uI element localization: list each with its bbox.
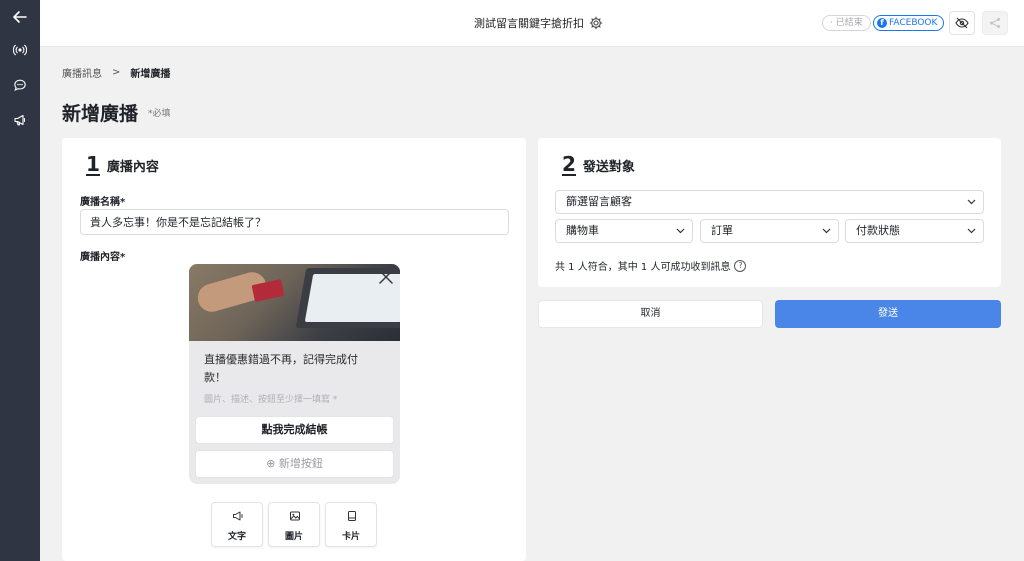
event-title-text: 測試留言關鍵字搶折扣 (474, 17, 584, 30)
required-note: *必填 (148, 109, 171, 119)
match-summary: 共 1 人符合，其中 1 人可成功收到訊息 ? (555, 258, 747, 273)
send-button[interactable]: 發送 (775, 300, 1001, 328)
eye-off-icon (955, 17, 969, 29)
chevron-down-icon (822, 228, 831, 234)
facebook-label: FACEBOOK (889, 18, 938, 28)
gear-icon[interactable] (589, 16, 603, 30)
filter-customers-value: 篩選留言顧客 (566, 195, 632, 208)
event-title[interactable]: 測試留言關鍵字搶折扣 (474, 15, 603, 31)
breadcrumb-current: 新增廣播 (130, 69, 171, 80)
breadcrumb-separator: > (112, 67, 121, 78)
facebook-badge: f FACEBOOK (873, 15, 945, 31)
breadcrumb: 廣播訊息 > 新增廣播 (62, 65, 170, 80)
visibility-toggle-button[interactable] (949, 11, 975, 35)
match-summary-text: 共 1 人符合，其中 1 人可成功收到訊息 (555, 262, 731, 273)
card-icon (348, 511, 356, 521)
back-arrow-icon[interactable] (0, 3, 40, 31)
section-title: 發送對象 (582, 160, 635, 175)
add-button-button[interactable]: ⊕ 新增按鈕 (195, 450, 394, 478)
broadcast-name-label: 廣播名稱* (80, 197, 126, 208)
ended-status-label: 已結束 (835, 18, 863, 28)
sidebar (0, 0, 40, 561)
cart-select-value: 購物車 (566, 224, 599, 237)
card-preview: 直播優惠錯過不再，記得完成付款！ 圖片、描述、按鈕至少擇一填寫 * 點我完成結帳… (189, 264, 400, 484)
breadcrumb-parent-link[interactable]: 廣播訊息 (62, 65, 102, 80)
card-image[interactable] (189, 264, 400, 341)
card-description[interactable]: 直播優惠錯過不再，記得完成付款！ (204, 351, 379, 387)
ended-status-badge: · 已結束 (822, 15, 871, 31)
image-icon (290, 511, 300, 521)
card-hint: 圖片、描述、按鈕至少擇一填寫 * (204, 395, 338, 405)
filter-customers-select[interactable]: 篩選留言顧客 (555, 190, 984, 214)
chevron-down-icon (967, 228, 976, 234)
plus-circle-icon: ⊕ (266, 457, 276, 470)
target-section-header: 2 發送對象 (562, 154, 635, 176)
section-number: 2 (562, 152, 576, 176)
help-icon[interactable]: ? (734, 259, 747, 272)
send-target-card: 2 發送對象 篩選留言顧客 購物車 訂單 付款狀態 共 1 人符合，其中 1 人… (538, 138, 1001, 287)
chat-icon[interactable] (0, 71, 40, 99)
add-image-button[interactable]: 圖片 (268, 502, 320, 547)
live-broadcast-icon[interactable] (0, 36, 40, 64)
share-icon (990, 18, 1000, 28)
card-action-button[interactable]: 點我完成結帳 (195, 416, 394, 444)
megaphone-icon[interactable] (0, 106, 40, 134)
add-card-label: 卡片 (341, 532, 360, 542)
broadcast-name-input[interactable] (80, 209, 509, 235)
close-icon[interactable] (378, 269, 394, 285)
payment-status-select[interactable]: 付款狀態 (845, 219, 984, 243)
cancel-button[interactable]: 取消 (538, 300, 763, 328)
add-text-label: 文字 (227, 532, 246, 542)
order-select[interactable]: 訂單 (700, 219, 839, 243)
broadcast-content-label: 廣播內容* (80, 252, 126, 263)
topbar: 測試留言關鍵字搶折扣 · 已結束 f FACEBOOK (40, 0, 1024, 47)
order-select-value: 訂單 (711, 224, 733, 237)
page-title: 新增廣播 (62, 103, 139, 125)
megaphone-icon (233, 511, 243, 521)
cart-select[interactable]: 購物車 (555, 219, 693, 243)
add-image-label: 圖片 (284, 532, 303, 542)
payment-status-value: 付款狀態 (856, 224, 900, 237)
chevron-down-icon (967, 199, 976, 205)
chevron-down-icon (676, 228, 685, 234)
add-card-button[interactable]: 卡片 (325, 502, 377, 547)
share-button[interactable] (982, 11, 1008, 35)
add-button-label: 新增按鈕 (278, 457, 323, 470)
section-title: 廣播內容 (106, 160, 159, 175)
facebook-icon: f (877, 18, 887, 28)
broadcast-content-card: 1 廣播內容 廣播名稱* 廣播內容* 直播優惠錯過不再，記得完成付款！ 圖片、描… (62, 138, 526, 561)
section-number: 1 (86, 152, 100, 176)
add-text-button[interactable]: 文字 (211, 502, 263, 547)
content-section-header: 1 廣播內容 (86, 154, 159, 176)
